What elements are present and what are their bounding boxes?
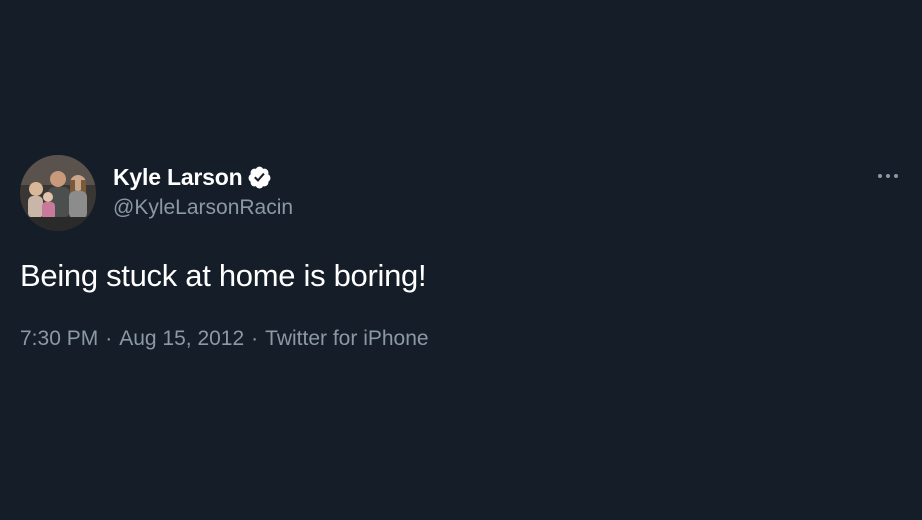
more-dot <box>894 174 898 178</box>
tweet-card: Kyle Larson @KyleLarsonRacin Being stuck… <box>0 0 922 520</box>
more-dot <box>878 174 882 178</box>
tweet-text: Being stuck at home is boring! <box>20 258 427 293</box>
tweet-time[interactable]: 7:30 PM <box>20 327 98 351</box>
meta-separator: · <box>105 327 113 350</box>
tweet-source[interactable]: Twitter for iPhone <box>265 327 428 351</box>
verified-badge-icon <box>247 165 272 190</box>
more-dot <box>886 174 890 178</box>
family-photo-avatar-icon <box>20 155 96 231</box>
tweet-meta: 7:30 PM · Aug 15, 2012 · Twitter for iPh… <box>20 327 429 351</box>
author-name-row[interactable]: Kyle Larson <box>113 163 272 191</box>
author-handle[interactable]: @KyleLarsonRacin <box>113 196 293 220</box>
tweet-date[interactable]: Aug 15, 2012 <box>119 327 244 351</box>
author-display-name[interactable]: Kyle Larson <box>113 164 243 191</box>
avatar[interactable] <box>20 155 96 231</box>
meta-separator: · <box>251 327 259 350</box>
more-options-icon[interactable] <box>872 166 904 186</box>
